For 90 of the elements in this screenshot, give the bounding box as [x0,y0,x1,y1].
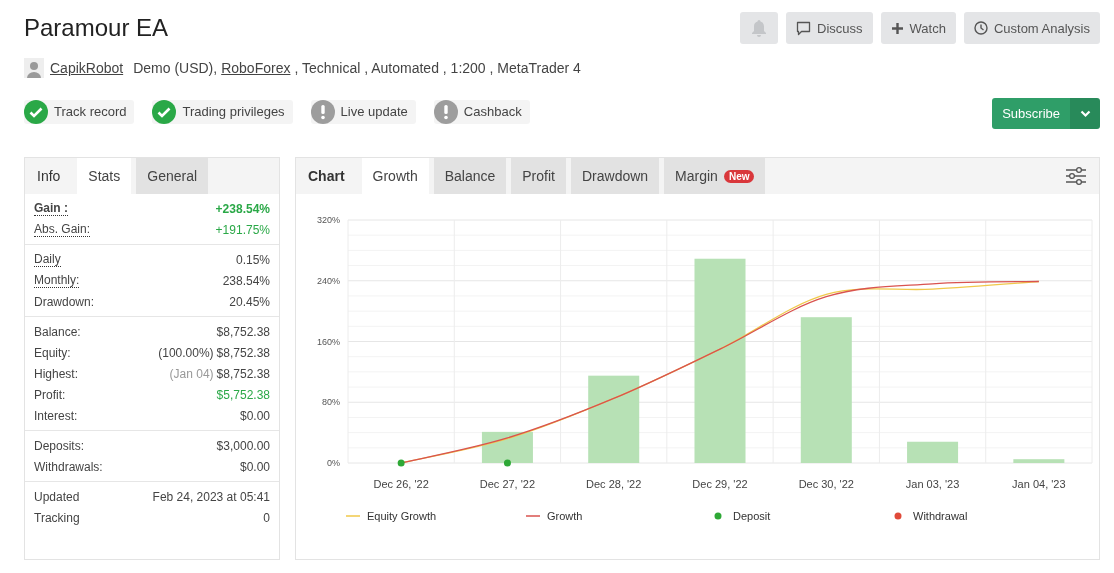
panel-heading: Chart [307,167,346,186]
stat-value: $8,752.38 [216,324,270,339]
caret-icon [1079,109,1091,118]
tab[interactable]: Profit [511,158,566,194]
axis-tick-label: Jan 04, '23 [1012,478,1066,490]
check-icon [24,99,48,124]
stat-value: Feb 24, 2023 at 05:41 [152,489,270,504]
stat-label: Equity: [34,345,71,360]
stat-label: Daily [34,252,61,267]
tab[interactable]: Growth [361,158,429,194]
legend-line [525,515,541,517]
account-info: Demo (USD), [133,60,218,76]
data-point [397,459,405,467]
axis-tick-label: 80% [322,397,340,408]
clock-icon [973,21,988,35]
stat-value: 20.45% [229,294,270,309]
watch-button[interactable]: Watch [880,12,956,44]
axis-tick-label: Dec 27, '22 [479,478,536,490]
stat-label: Monthly: [34,273,80,288]
axis-tick-label: 0% [327,458,340,468]
settings-icon [1065,166,1087,186]
bar [481,431,533,463]
stat-value: 0 [263,510,270,525]
axis-tick-label: Dec 28, '22 [586,478,642,490]
stat-label: Updated [34,489,80,504]
axis-tick-label: 160% [316,336,340,347]
warning-icon [310,99,335,124]
stat-value: $8,752.38 [216,345,270,360]
panel-heading: Info [36,167,62,186]
account-info: , Technical , Automated , 1:200 , MetaTrader 4 [294,60,581,76]
comment-icon [796,20,812,36]
discuss-button[interactable]: Discuss [786,12,873,44]
legend-dot [714,512,722,520]
bar [907,441,959,463]
tab[interactable]: Balance [433,158,507,194]
stat-value: $0.00 [239,408,270,423]
warning-icon [433,99,458,124]
stat-label: Abs. Gain: [34,222,91,237]
axis-tick-label: Dec 29, '22 [692,478,748,490]
axis-tick-label: 320% [316,215,340,225]
custom-analysis-button[interactable]: Custom Analysis [963,12,1100,44]
stat-label: Interest: [34,408,78,423]
status-badge: Trading privileges [152,99,293,124]
tab[interactable]: Drawdown [570,158,660,194]
stat-note: (100.00%) [158,345,214,360]
tab[interactable]: Stats [77,158,132,194]
status-badge: Track record [24,99,135,124]
stat-label: Gain : [34,201,68,216]
axis-tick-label: Jan 03, '23 [905,478,960,490]
new-badge: New [723,169,755,183]
stat-value: $8,752.38 [216,366,270,381]
stat-label: Profit: [34,387,66,402]
stat-value: +238.54% [215,201,270,216]
axis-tick-label: Dec 30, '22 [798,478,854,490]
status-badge: Live update [310,99,416,124]
data-point [503,459,511,467]
check-icon [152,99,177,124]
tab[interactable]: Margin New [664,158,766,194]
legend-label[interactable]: Growth [547,510,583,522]
stat-note: (Jan 04) [169,366,214,381]
stat-value: 238.54% [222,273,270,288]
stat-label: Withdrawals: [34,459,103,474]
stat-label: Balance: [34,324,81,339]
tab[interactable]: General [136,158,209,194]
page-title: Paramour EA [24,13,169,43]
plus-icon [890,21,904,35]
legend-label[interactable]: Withdrawal [913,510,968,522]
dropdown-button[interactable] [1070,98,1100,129]
legend-dot [894,512,902,520]
stat-value: +191.75% [215,222,270,237]
stat-value: 0.15% [235,252,270,267]
bell-icon [751,19,768,37]
legend-label[interactable]: Equity Growth [367,510,437,522]
legend-line [345,515,361,517]
stat-value: $5,752.38 [216,387,270,402]
user-link[interactable]: CapikRobot [50,60,124,76]
stat-label: Highest: [34,366,79,381]
stat-label: Tracking [34,510,80,525]
bar [1013,459,1065,463]
stat-value: $3,000.00 [216,438,270,453]
status-badge: Cashback [433,99,530,124]
stat-label: Drawdown: [34,294,95,309]
settings-button[interactable] [1065,166,1087,186]
broker-link[interactable]: RoboForex [221,60,291,76]
avatar-icon [24,58,44,78]
stat-label: Deposits: [34,438,85,453]
stat-value: $0.00 [239,459,270,474]
legend-label[interactable]: Deposit [733,510,771,522]
axis-tick-label: Dec 26, '22 [373,478,429,490]
axis-tick-label: 240% [316,275,340,286]
